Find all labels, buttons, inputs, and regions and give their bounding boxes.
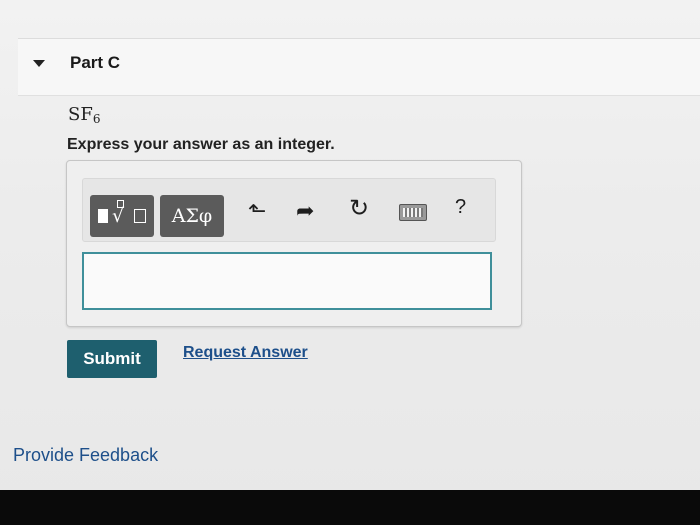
templates-button[interactable]: √ bbox=[90, 195, 154, 237]
part-title: Part C bbox=[70, 53, 121, 72]
answer-input[interactable] bbox=[82, 252, 492, 310]
chemical-formula: SF6 bbox=[68, 104, 100, 126]
formula-base: SF bbox=[68, 104, 93, 125]
collapse-caret-icon[interactable] bbox=[33, 60, 45, 67]
redo-icon[interactable]: ➦ bbox=[296, 200, 314, 222]
submit-button[interactable]: Submit bbox=[67, 340, 157, 378]
templates-box-icon bbox=[134, 209, 146, 223]
request-answer-link[interactable]: Request Answer bbox=[183, 344, 308, 362]
keyboard-icon[interactable] bbox=[399, 204, 427, 221]
reset-icon[interactable]: ↻ bbox=[349, 197, 369, 221]
help-icon[interactable]: ? bbox=[455, 196, 466, 219]
answer-instruction: Express your answer as an integer. bbox=[67, 136, 335, 153]
formula-subscript: 6 bbox=[92, 112, 101, 126]
templates-icon bbox=[98, 209, 108, 223]
screen-bezel bbox=[0, 490, 700, 525]
undo-icon[interactable]: ⬑ bbox=[248, 200, 266, 222]
radical-icon: √ bbox=[112, 205, 125, 227]
part-header[interactable] bbox=[18, 38, 700, 96]
provide-feedback-link[interactable]: Provide Feedback bbox=[13, 445, 158, 466]
symbols-button[interactable]: ΑΣφ bbox=[160, 195, 224, 237]
